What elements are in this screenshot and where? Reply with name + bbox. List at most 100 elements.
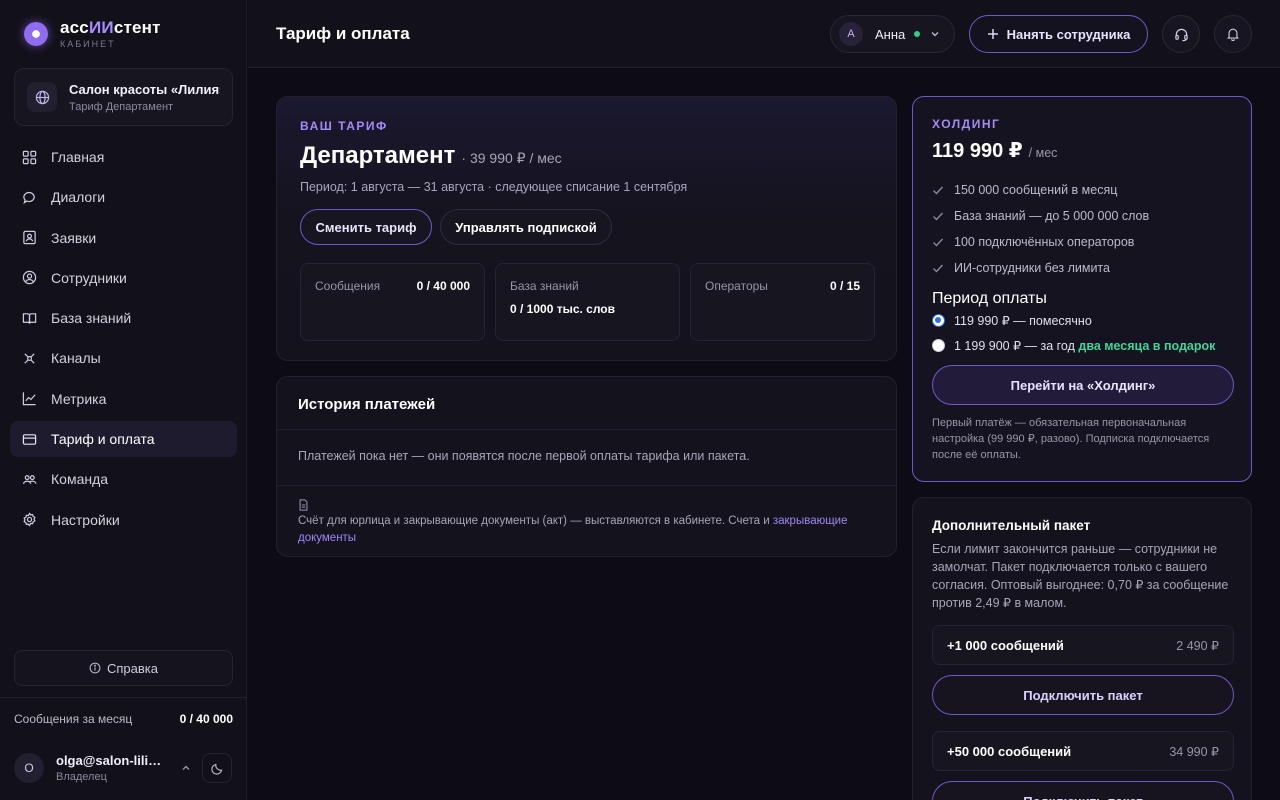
account-menu[interactable]: O olga@salon-liliya.ru Владелец — [14, 750, 233, 786]
brand-logo-icon — [24, 21, 48, 46]
pack-price: 34 990 ₽ — [1169, 744, 1219, 759]
help-button[interactable]: Справка — [14, 650, 233, 686]
metric-value: 0 / 15 — [829, 279, 860, 293]
support-button[interactable] — [1162, 15, 1200, 53]
sidebar-item-knowledge-base[interactable]: База знаний — [10, 300, 237, 336]
document-icon — [298, 499, 309, 514]
sidebar-item-channels[interactable]: Каналы — [10, 340, 237, 376]
documents-note: Счёт для юрлица и закрывающие документы … — [298, 515, 848, 544]
bell-icon — [1226, 28, 1240, 41]
avatar: A — [839, 22, 863, 46]
user-role: Владелец — [56, 771, 107, 783]
feature-item: База знаний — до 5 000 000 слов — [932, 203, 1149, 229]
usage-value: 0 / 40 000 — [179, 712, 233, 726]
hire-employee-button[interactable]: Нанять сотрудника — [969, 15, 1148, 53]
payment-history-title: История платежей — [298, 396, 436, 413]
sidebar-item-home[interactable]: Главная — [10, 139, 237, 175]
organization-plan: Тариф Департамент — [69, 100, 174, 113]
addon-description: Если лимит закончится раньше — сотрудник… — [932, 542, 1229, 610]
chart-line-icon — [22, 392, 36, 406]
current-user-name: Анна — [875, 26, 906, 42]
change-plan-button[interactable]: Сменить тариф — [300, 209, 432, 245]
online-status-dot — [914, 31, 921, 37]
organization-switcher[interactable]: Салон красоты «Лилия» Тариф Департамент — [14, 68, 233, 126]
current-user-menu[interactable]: A Анна — [830, 15, 955, 53]
topbar: Тариф и оплата A Анна Нанять сотрудника — [248, 0, 1280, 68]
billing-period-title: Период оплаты — [932, 290, 1047, 307]
chevron-down-icon — [930, 27, 940, 42]
pack-name: +50 000 сообщений — [947, 743, 1072, 759]
billing-monthly-option[interactable]: 119 990 ₽ — помесячно — [932, 313, 1092, 328]
radio-button[interactable] — [932, 339, 945, 352]
connect-pack-button[interactable]: Подключить пакет — [932, 675, 1234, 715]
divider — [277, 485, 896, 486]
sidebar-item-metrics[interactable]: Метрика — [10, 381, 237, 417]
chevron-up-icon[interactable] — [178, 763, 194, 773]
pack-price: 2 490 ₽ — [1176, 638, 1219, 653]
addon-title: Дополнительный пакет — [932, 518, 1091, 533]
radio-button-selected[interactable] — [932, 314, 945, 327]
sidebar-item-billing[interactable]: Тариф и оплата — [10, 421, 237, 458]
plus-icon — [987, 29, 998, 39]
check-icon — [933, 212, 944, 221]
sidebar-item-label: Диалоги — [51, 189, 106, 206]
sidebar-item-dialogs[interactable]: Диалоги — [10, 179, 237, 215]
organization-name: Салон красоты «Лилия» — [69, 81, 220, 97]
user-circle-icon — [22, 271, 37, 285]
upgrade-plan-name: ХОЛДИНГ — [932, 117, 1001, 131]
brand[interactable]: ассИИстент КАБИНЕТ — [24, 18, 161, 49]
sidebar-item-team[interactable]: Команда — [10, 461, 237, 497]
channels-icon — [24, 353, 35, 364]
feature-item: 100 подключённых операторов — [932, 229, 1149, 255]
metric-value: 0 / 1000 тыс. слов — [510, 302, 616, 316]
sidebar-item-requests[interactable]: Заявки — [10, 220, 237, 256]
plan-price: · 39 990 ₽ / мес — [461, 150, 562, 166]
metric-knowledge-base: База знаний 0 / 1000 тыс. слов — [495, 263, 680, 341]
check-icon — [933, 186, 944, 195]
sidebar-item-label: Настройки — [51, 511, 120, 528]
manage-subscription-button[interactable]: Управлять подпиской — [440, 209, 612, 245]
sidebar: ассИИстент КАБИНЕТ Салон красоты «Лилия»… — [0, 0, 247, 800]
upgrade-plan-price: 119 990 ₽ — [932, 140, 1023, 162]
brand-subtitle: КАБИНЕТ — [60, 39, 116, 49]
pack-name: +1 000 сообщений — [947, 637, 1064, 653]
addon-package-card: Дополнительный пакет Если лимит закончит… — [912, 497, 1252, 800]
upgrade-plan-note: Первый платёж — обязательная первоначаль… — [932, 417, 1210, 461]
avatar: O — [14, 753, 44, 783]
current-plan-card: ВАШ ТАРИФ Департамент · 39 990 ₽ / мес П… — [276, 96, 897, 361]
team-icon — [22, 475, 37, 484]
sidebar-item-label: Метрика — [51, 390, 107, 407]
price-period: / мес — [1028, 146, 1058, 160]
sidebar-divider — [0, 697, 247, 698]
help-label: Справка — [107, 660, 158, 676]
metric-operators: Операторы 0 / 15 — [690, 263, 875, 341]
user-email: olga@salon-liliya.ru — [56, 753, 168, 768]
sidebar-item-label: Тариф и оплата — [51, 431, 155, 448]
hire-label: Нанять сотрудника — [1006, 26, 1131, 42]
check-icon — [933, 264, 944, 273]
upgrade-plan-card: ХОЛДИНГ 119 990 ₽ / мес 150 000 сообщени… — [912, 96, 1252, 482]
theme-toggle-button[interactable] — [202, 753, 232, 783]
billing-period: Период: 1 августа — 31 августа · следующ… — [300, 180, 688, 194]
sidebar-item-label: База знаний — [51, 310, 132, 327]
moon-icon — [210, 763, 222, 775]
sidebar-item-label: Сотрудники — [51, 269, 127, 286]
sidebar-item-employees[interactable]: Сотрудники — [10, 260, 237, 296]
grid-icon — [22, 150, 37, 164]
sidebar-item-label: Команда — [51, 471, 109, 488]
usage-label: Сообщения за месяц — [14, 712, 133, 726]
check-icon — [933, 238, 944, 247]
addon-pack-1000: +1 000 сообщений 2 490 ₽ — [932, 625, 1234, 665]
monthly-usage: Сообщения за месяц 0 / 40 000 — [14, 712, 233, 726]
yearly-bonus: два месяца в подарок — [1078, 339, 1216, 353]
notifications-button[interactable] — [1214, 15, 1252, 53]
payment-history-empty: Платежей пока нет — они появятся после п… — [298, 449, 750, 463]
sidebar-nav: Главная Диалоги Заявки Сотрудники База з… — [10, 139, 237, 542]
chat-icon — [23, 191, 35, 204]
divider — [277, 429, 896, 430]
connect-pack-button[interactable]: Подключить пакет — [932, 781, 1234, 800]
upgrade-plan-button[interactable]: Перейти на «Холдинг» — [932, 365, 1234, 405]
metric-label: Операторы — [705, 279, 768, 293]
sidebar-item-settings[interactable]: Настройки — [10, 502, 237, 538]
billing-yearly-option[interactable]: 1 199 900 ₽ — за год два месяца в подаро… — [932, 338, 1215, 353]
